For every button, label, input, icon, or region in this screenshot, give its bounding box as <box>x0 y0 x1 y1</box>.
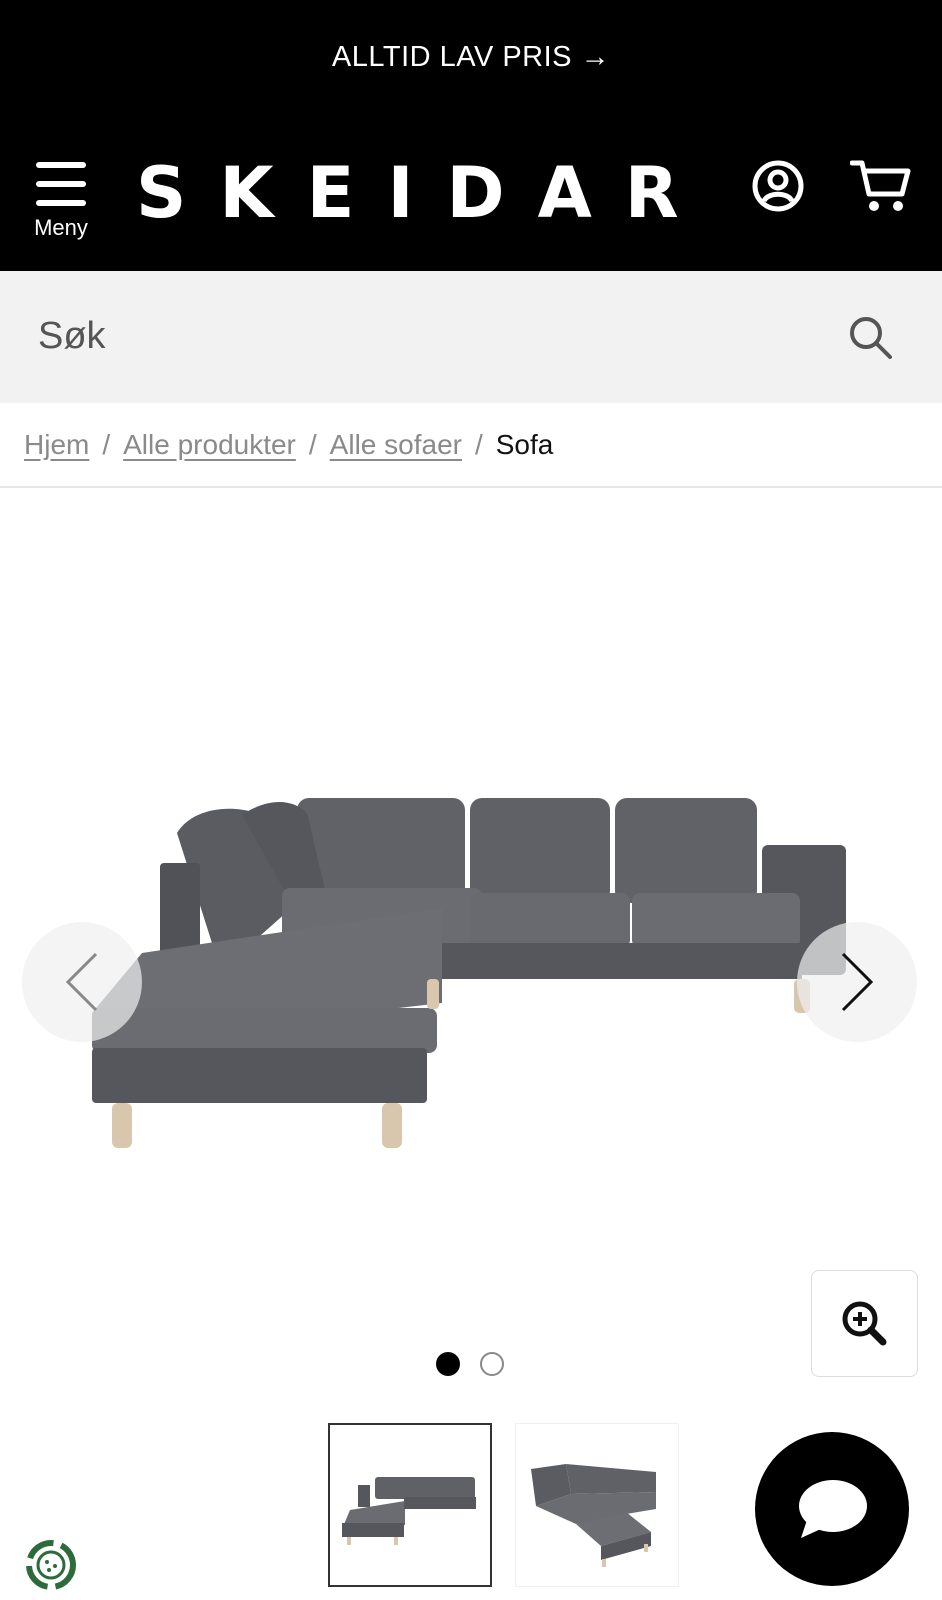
thumbnail-image <box>342 1477 476 1545</box>
recycle-badge[interactable] <box>16 1530 86 1600</box>
account-button[interactable] <box>752 160 804 212</box>
search-button[interactable] <box>848 315 894 361</box>
recycle-badge-icon <box>26 1540 76 1590</box>
breadcrumb-separator: / <box>474 428 483 460</box>
search-bar <box>0 271 942 403</box>
carousel-dot-1[interactable] <box>436 1352 460 1376</box>
thumbnail-2[interactable] <box>515 1423 679 1587</box>
chevron-right-icon <box>841 952 874 1012</box>
product-image[interactable] <box>82 793 862 1165</box>
search-input[interactable] <box>38 301 818 371</box>
chat-button[interactable] <box>755 1432 909 1586</box>
breadcrumb-current: Sofa <box>495 428 554 460</box>
hamburger-icon <box>36 162 86 206</box>
next-image-button[interactable] <box>797 922 917 1042</box>
chat-bubble-icon <box>799 1480 867 1538</box>
breadcrumb: Hjem / Alle produkter / Alle sofaer / So… <box>0 403 942 488</box>
search-icon <box>850 317 892 359</box>
thumbnail-image <box>531 1464 656 1567</box>
menu-button[interactable]: Meny <box>26 157 94 247</box>
breadcrumb-separator: / <box>308 428 317 460</box>
carousel-dots <box>436 1352 506 1378</box>
zoom-button[interactable] <box>811 1270 918 1377</box>
zoom-in-icon <box>842 1301 887 1346</box>
thumbnail-1[interactable] <box>328 1423 492 1587</box>
skeidar-logo[interactable]: SKEIDAR <box>136 153 712 233</box>
breadcrumb-separator: / <box>102 428 111 460</box>
promo-banner[interactable]: ALLTID LAV PRIS → <box>0 0 942 115</box>
chevron-left-icon <box>65 952 98 1012</box>
product-gallery[interactable] <box>0 490 942 1377</box>
site-header: Meny SKEIDAR <box>0 115 942 271</box>
breadcrumb-home[interactable]: Hjem <box>24 429 89 461</box>
shopping-cart-icon <box>849 160 911 211</box>
carousel-dot-2[interactable] <box>480 1352 504 1376</box>
promo-text[interactable]: ALLTID LAV PRIS → <box>332 41 610 74</box>
previous-image-button[interactable] <box>22 922 142 1042</box>
breadcrumb-all-sofas[interactable]: Alle sofaer <box>330 429 462 461</box>
cart-button[interactable] <box>849 158 912 214</box>
menu-label: Meny <box>34 215 88 240</box>
breadcrumb-all-products[interactable]: Alle produkter <box>123 429 296 461</box>
user-circle-icon <box>752 160 804 212</box>
